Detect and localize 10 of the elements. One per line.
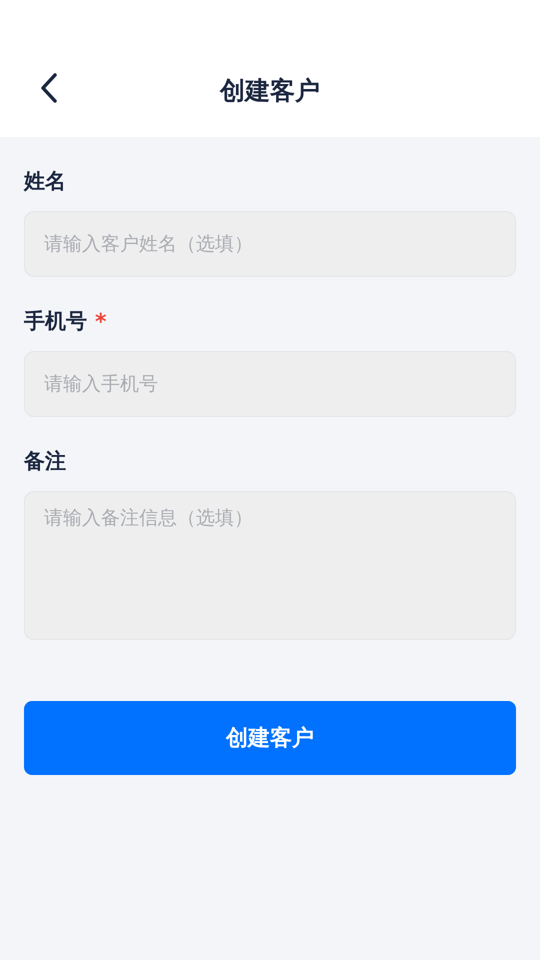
required-mark: * <box>95 308 107 336</box>
create-customer-button[interactable]: 创建客户 <box>24 701 516 775</box>
notes-field[interactable]: 请输入备注信息（选填） <box>24 491 516 640</box>
input-field[interactable]: 请输入客户姓名（选填） <box>24 211 516 277</box>
field-label: 姓名 <box>24 168 66 196</box>
page-title: 创建客户 <box>218 74 321 106</box>
field-label: 手机号 <box>24 308 87 336</box>
field-label: 备注 <box>24 448 66 476</box>
input-field[interactable]: 请输入手机号 <box>24 351 516 417</box>
back-icon <box>40 72 58 104</box>
